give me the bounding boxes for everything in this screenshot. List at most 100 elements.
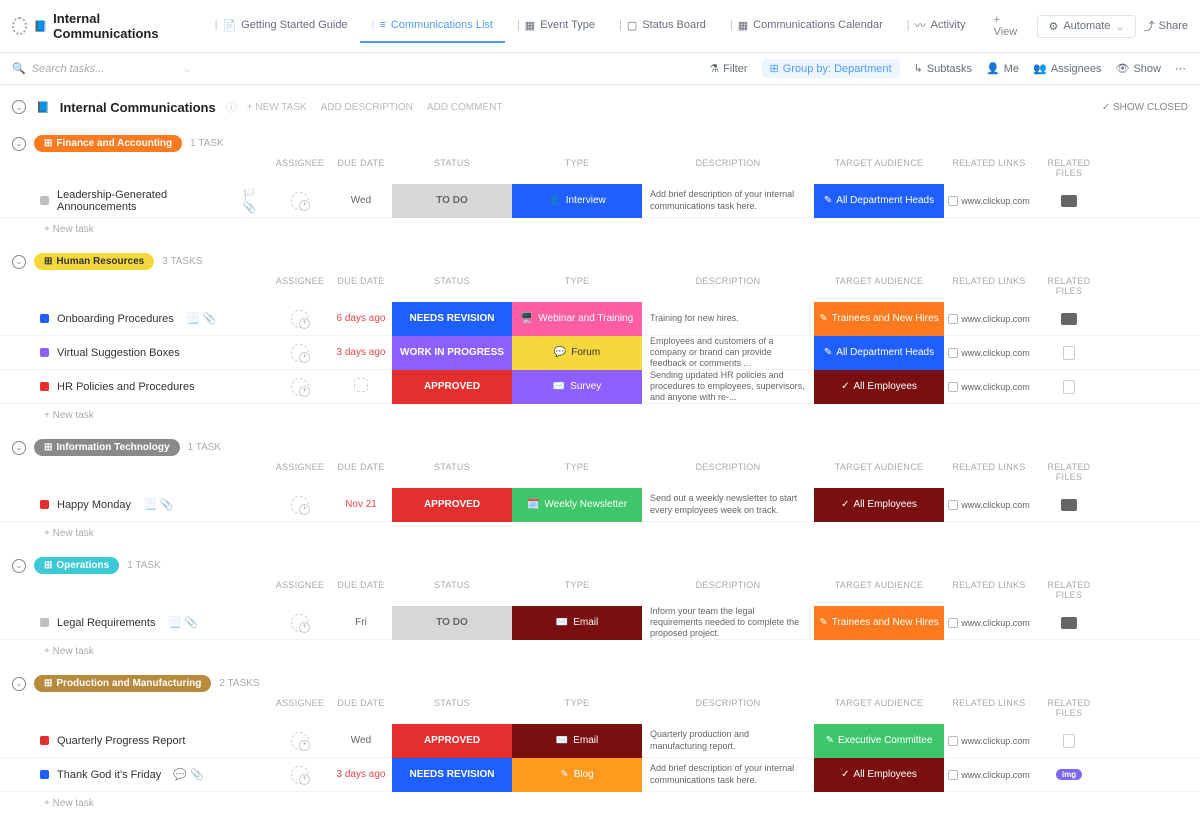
assignee-cell[interactable] bbox=[270, 344, 330, 362]
calendar-icon[interactable] bbox=[354, 378, 368, 392]
task-row[interactable]: Thank God it's Friday💬 📎 3 days ago NEED… bbox=[0, 758, 1200, 792]
assignee-cell[interactable] bbox=[270, 732, 330, 750]
view-tab[interactable]: |≡Communications List bbox=[360, 9, 505, 43]
links-cell[interactable]: www.clickup.com bbox=[944, 770, 1034, 780]
add-comment-button[interactable]: ADD COMMENT bbox=[427, 102, 503, 113]
assignee-cell[interactable] bbox=[270, 192, 330, 210]
task-name[interactable]: Virtual Suggestion Boxes bbox=[12, 347, 270, 359]
list-title[interactable]: Internal Communications bbox=[60, 100, 216, 115]
files-cell[interactable] bbox=[1034, 380, 1104, 394]
due-date-cell[interactable]: Wed bbox=[330, 735, 392, 746]
collapse-icon[interactable]: ⌄ bbox=[12, 441, 26, 455]
collapse-icon[interactable]: ⌄ bbox=[12, 677, 26, 691]
file-thumbnail[interactable] bbox=[1061, 499, 1077, 511]
status-cell[interactable]: APPROVED bbox=[392, 370, 512, 404]
show-closed-button[interactable]: ✓ SHOW CLOSED bbox=[1102, 102, 1188, 113]
me-button[interactable]: 👤 Me bbox=[986, 62, 1019, 75]
files-cell[interactable] bbox=[1034, 195, 1104, 207]
assignee-cell[interactable] bbox=[270, 310, 330, 328]
description-cell[interactable]: Add brief description of your internal c… bbox=[642, 763, 814, 786]
files-cell[interactable] bbox=[1034, 499, 1104, 511]
audience-cell[interactable]: ✎Trainees and New Hires bbox=[814, 302, 944, 336]
description-cell[interactable]: Add brief description of your internal c… bbox=[642, 189, 814, 212]
type-cell[interactable]: 🖥️Webinar and Training bbox=[512, 302, 642, 336]
new-task-button[interactable]: + New task bbox=[0, 404, 1200, 427]
task-name[interactable]: Onboarding Procedures📃 📎 bbox=[12, 312, 270, 325]
new-task-button[interactable]: + New task bbox=[0, 522, 1200, 545]
share-button[interactable]: ⤴ Share bbox=[1144, 18, 1188, 34]
file-doc-icon[interactable] bbox=[1063, 380, 1075, 394]
links-cell[interactable]: www.clickup.com bbox=[944, 196, 1034, 206]
audience-cell[interactable]: ✓All Employees bbox=[814, 370, 944, 404]
group-pill[interactable]: ⊞Human Resources bbox=[34, 253, 154, 270]
new-task-button[interactable]: + New task bbox=[0, 640, 1200, 663]
description-cell[interactable]: Training for new hires. bbox=[642, 313, 814, 324]
status-cell[interactable]: TO DO bbox=[392, 184, 512, 218]
status-cell[interactable]: APPROVED bbox=[392, 724, 512, 758]
type-cell[interactable]: 💬Forum bbox=[512, 336, 642, 370]
status-cell[interactable]: APPROVED bbox=[392, 488, 512, 522]
group-pill[interactable]: ⊞Finance and Accounting bbox=[34, 135, 182, 152]
audience-cell[interactable]: ✓All Employees bbox=[814, 488, 944, 522]
task-name[interactable]: Happy Monday📃 📎 bbox=[12, 498, 270, 511]
status-cell[interactable]: NEEDS REVISION bbox=[392, 758, 512, 792]
audience-cell[interactable]: ✎All Department Heads bbox=[814, 336, 944, 370]
description-cell[interactable]: Employees and customers of a company or … bbox=[642, 336, 814, 370]
task-name[interactable]: Leadership-Generated Announcements🏳️ 📎 bbox=[12, 188, 270, 214]
files-cell[interactable]: img bbox=[1034, 769, 1104, 780]
file-thumbnail[interactable] bbox=[1061, 313, 1077, 325]
automate-button[interactable]: ⚙ Automate ⌄ bbox=[1037, 15, 1135, 38]
files-cell[interactable] bbox=[1034, 313, 1104, 325]
file-doc-icon[interactable] bbox=[1063, 734, 1075, 748]
assign-icon[interactable] bbox=[291, 496, 309, 514]
type-cell[interactable]: ✉️Email bbox=[512, 724, 642, 758]
file-thumbnail[interactable] bbox=[1061, 195, 1077, 207]
type-cell[interactable]: 🗓️Weekly Newsletter bbox=[512, 488, 642, 522]
groupby-button[interactable]: ⊞ Group by: Department bbox=[762, 59, 900, 78]
view-tab[interactable]: |〰Activity bbox=[895, 9, 978, 43]
status-cell[interactable]: NEEDS REVISION bbox=[392, 302, 512, 336]
add-description-button[interactable]: ADD DESCRIPTION bbox=[321, 102, 413, 113]
workspace-title[interactable]: Internal Communications bbox=[53, 11, 180, 41]
links-cell[interactable]: www.clickup.com bbox=[944, 382, 1034, 392]
audience-cell[interactable]: ✎Executive Committee bbox=[814, 724, 944, 758]
group-pill[interactable]: ⊞Information Technology bbox=[34, 439, 180, 456]
audience-cell[interactable]: ✓All Employees bbox=[814, 758, 944, 792]
task-name[interactable]: HR Policies and Procedures bbox=[12, 381, 270, 393]
group-pill[interactable]: ⊞Operations bbox=[34, 557, 119, 574]
assignee-cell[interactable] bbox=[270, 378, 330, 396]
task-row[interactable]: Legal Requirements📃 📎 Fri TO DO ✉️Email … bbox=[0, 606, 1200, 640]
task-row[interactable]: Happy Monday📃 📎 Nov 21 APPROVED 🗓️Weekly… bbox=[0, 488, 1200, 522]
info-icon[interactable]: ⓘ bbox=[226, 99, 237, 115]
view-tab[interactable]: |▢Status Board bbox=[607, 9, 718, 43]
assignees-button[interactable]: 👥 Assignees bbox=[1033, 62, 1101, 75]
due-date-cell[interactable]: Nov 21 bbox=[330, 499, 392, 510]
due-date-cell[interactable]: 3 days ago bbox=[330, 769, 392, 780]
audience-cell[interactable]: ✎All Department Heads bbox=[814, 184, 944, 218]
links-cell[interactable]: www.clickup.com bbox=[944, 348, 1034, 358]
task-row[interactable]: Leadership-Generated Announcements🏳️ 📎 W… bbox=[0, 184, 1200, 218]
due-date-cell[interactable]: Wed bbox=[330, 195, 392, 206]
collapse-icon[interactable]: ⌄ bbox=[12, 137, 26, 151]
file-doc-icon[interactable] bbox=[1063, 346, 1075, 360]
type-cell[interactable]: ✎Blog bbox=[512, 758, 642, 792]
files-cell[interactable] bbox=[1034, 734, 1104, 748]
file-chip[interactable]: img bbox=[1056, 769, 1082, 780]
collapse-icon[interactable]: ⌄ bbox=[12, 255, 26, 269]
links-cell[interactable]: www.clickup.com bbox=[944, 314, 1034, 324]
assign-icon[interactable] bbox=[291, 310, 309, 328]
collapse-icon[interactable]: ⌄ bbox=[12, 100, 26, 114]
task-row[interactable]: HR Policies and Procedures APPROVED ✉️Su… bbox=[0, 370, 1200, 404]
assignee-cell[interactable] bbox=[270, 766, 330, 784]
assign-icon[interactable] bbox=[291, 732, 309, 750]
type-cell[interactable]: ✉️Survey bbox=[512, 370, 642, 404]
view-tab[interactable]: |▦Event Type bbox=[505, 9, 607, 43]
add-view-button[interactable]: + View bbox=[982, 6, 1034, 46]
task-row[interactable]: Onboarding Procedures📃 📎 6 days ago NEED… bbox=[0, 302, 1200, 336]
type-cell[interactable]: 👤Interview bbox=[512, 184, 642, 218]
subtasks-button[interactable]: ↳ Subtasks bbox=[914, 62, 972, 75]
task-row[interactable]: Quarterly Progress Report Wed APPROVED ✉… bbox=[0, 724, 1200, 758]
description-cell[interactable]: Quarterly production and manufacturing r… bbox=[642, 729, 814, 752]
task-name[interactable]: Thank God it's Friday💬 📎 bbox=[12, 768, 270, 781]
assignee-cell[interactable] bbox=[270, 496, 330, 514]
